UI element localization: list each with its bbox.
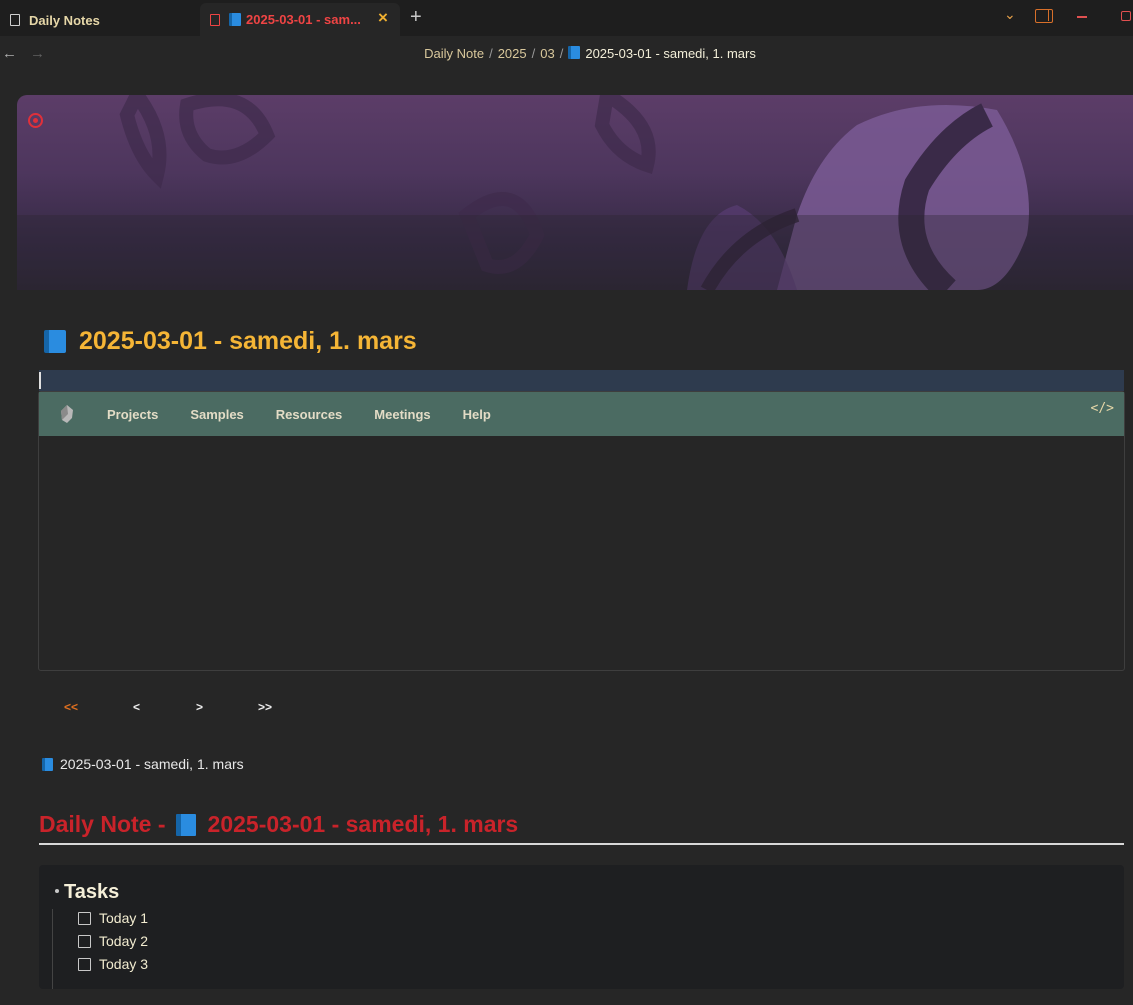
menu-item-projects[interactable]: Projects: [107, 407, 158, 422]
task-item: Today 2: [78, 933, 148, 949]
new-tab-button[interactable]: +: [410, 6, 422, 28]
pager-last-button[interactable]: >>: [258, 700, 272, 714]
tab-active-note[interactable]: 2025-03-01 - sam... ×: [200, 3, 400, 36]
banner-image: [17, 95, 1133, 290]
heading-prefix: Daily Note -: [39, 811, 166, 837]
blue-book-icon: [44, 330, 66, 353]
breadcrumb-separator: /: [531, 46, 536, 61]
breadcrumb-item-daily-note[interactable]: Daily Note: [424, 46, 484, 61]
pager-prev-button[interactable]: <: [133, 700, 140, 714]
indent-guide: [52, 909, 53, 989]
tasks-block: Tasks Today 1 Today 2 Today 3: [39, 865, 1124, 989]
minimize-icon[interactable]: [1077, 16, 1087, 18]
file-icon: [10, 14, 20, 26]
blue-book-icon: [229, 13, 241, 26]
task-item: Today 1: [78, 910, 148, 926]
menu-bar: Projects Samples Resources Meetings Help…: [39, 392, 1124, 436]
tab-bar: Daily Notes 2025-03-01 - sam... × + ⌄: [0, 0, 1133, 36]
daily-note-heading: Daily Note - 2025-03-01 - samedi, 1. mar…: [39, 811, 518, 838]
task-label: Today 3: [99, 956, 149, 972]
bullet-icon: [55, 889, 59, 893]
breadcrumb: Daily Note / 2025 / 03 / 2025-03-01 - samedi, …: [0, 46, 1133, 61]
editor-active-line[interactable]: [39, 370, 1124, 391]
page-title-text: 2025-03-01 - samedi, 1. mars: [79, 327, 417, 355]
heading-divider: [39, 843, 1124, 845]
sidebar-toggle-icon[interactable]: [1035, 9, 1053, 23]
navigation-bar: ← → Daily Note/2025/03/2025-03-01 - same…: [0, 36, 1133, 72]
breadcrumb-current[interactable]: 2025-03-01 - samedi, 1. mars: [585, 46, 756, 61]
task-item: Today 3: [78, 956, 148, 972]
task-checkbox[interactable]: [78, 911, 91, 925]
tab-label: 2025-03-01 - sam...: [246, 12, 361, 27]
tab-daily-notes[interactable]: Daily Notes: [0, 4, 200, 36]
blue-book-icon: [42, 757, 53, 771]
task-label: Today 2: [99, 933, 149, 949]
task-checkbox[interactable]: [78, 957, 91, 971]
note-link[interactable]: 2025-03-01 - samedi, 1. mars: [42, 756, 244, 772]
blue-book-icon: [175, 813, 196, 836]
restore-icon[interactable]: [1121, 11, 1131, 21]
code-toggle-icon[interactable]: </>: [1091, 401, 1114, 416]
menu-item-samples[interactable]: Samples: [190, 407, 243, 422]
chevron-down-icon[interactable]: ⌄: [1004, 6, 1016, 23]
pager-next-button[interactable]: >: [196, 700, 203, 714]
banner-artwork: [17, 95, 1133, 290]
breadcrumb-separator: /: [489, 46, 493, 61]
breadcrumb-item-month[interactable]: 03: [540, 46, 554, 61]
menu-item-help[interactable]: Help: [463, 407, 491, 422]
tasks-heading: Tasks: [55, 881, 119, 904]
breadcrumb-separator: /: [559, 46, 564, 61]
embedded-block: Projects Samples Resources Meetings Help…: [38, 391, 1125, 671]
menu-item-resources[interactable]: Resources: [276, 407, 342, 422]
task-checkbox[interactable]: [78, 934, 91, 948]
obsidian-logo-icon[interactable]: [59, 405, 75, 423]
heading-title: 2025-03-01 - samedi, 1. mars: [207, 811, 519, 837]
close-icon[interactable]: ×: [376, 9, 390, 26]
blue-book-icon: [568, 46, 581, 59]
breadcrumb-item-year[interactable]: 2025: [498, 46, 527, 61]
target-icon[interactable]: [28, 113, 43, 128]
pager-first-button[interactable]: <<: [64, 700, 78, 714]
tasks-heading-text: Tasks: [64, 881, 120, 903]
menu-item-meetings[interactable]: Meetings: [374, 407, 430, 422]
tab-label: Daily Notes: [29, 12, 100, 28]
page-title: 2025-03-01 - samedi, 1. mars: [44, 327, 417, 356]
task-label: Today 1: [99, 910, 149, 926]
file-icon: [210, 13, 220, 26]
note-link-text: 2025-03-01 - samedi, 1. mars: [60, 756, 244, 772]
